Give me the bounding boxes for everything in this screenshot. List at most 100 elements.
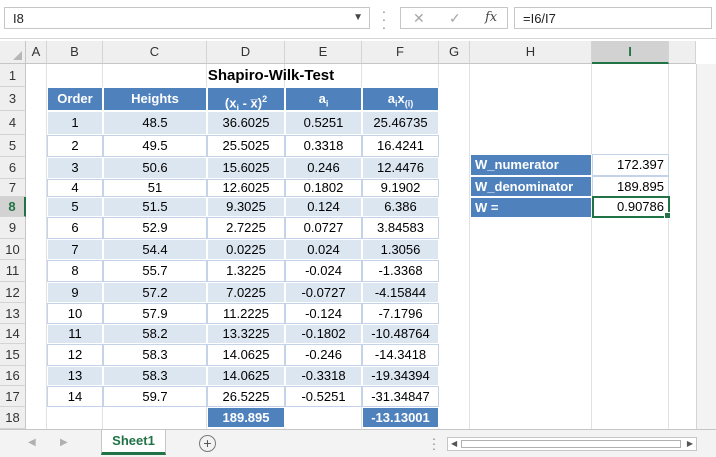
w-numerator-label[interactable]: W_numerator: [470, 154, 592, 176]
table-cell-ax[interactable]: 16.4241: [362, 135, 439, 157]
table-cell-dev[interactable]: 25.5025: [207, 135, 285, 157]
row-header[interactable]: 3: [0, 87, 26, 111]
table-cell-order[interactable]: 14: [47, 386, 103, 407]
table-cell-dev[interactable]: 15.6025: [207, 157, 285, 179]
table-cell-height[interactable]: 52.9: [103, 217, 207, 239]
row-header[interactable]: 9: [0, 217, 26, 239]
table-cell-height[interactable]: 54.4: [103, 239, 207, 260]
table-cell-ax[interactable]: 6.386: [362, 197, 439, 217]
column-header-h[interactable]: H: [470, 41, 592, 64]
table-cell-dev[interactable]: 11.2225: [207, 303, 285, 324]
row-header[interactable]: 14: [0, 324, 26, 344]
table-cell-ax[interactable]: 3.84583: [362, 217, 439, 239]
sheet-tab-sheet1[interactable]: Sheet1: [101, 430, 166, 455]
table-cell-height[interactable]: 59.7: [103, 386, 207, 407]
row-header[interactable]: 17: [0, 386, 26, 407]
row-header[interactable]: 12: [0, 282, 26, 303]
table-cell-ax[interactable]: 1.3056: [362, 239, 439, 260]
drag-handle-icon[interactable]: · · ·: [381, 4, 387, 34]
table-cell-dev[interactable]: 13.3225: [207, 324, 285, 344]
chevron-down-icon[interactable]: ▼: [353, 12, 363, 23]
table-cell-a[interactable]: -0.246: [285, 344, 362, 366]
table-cell-height[interactable]: 50.6: [103, 157, 207, 179]
table-cell-dev[interactable]: 12.6025: [207, 179, 285, 197]
table-cell-dev[interactable]: 0.0225: [207, 239, 285, 260]
table-cell-dev[interactable]: 1.3225: [207, 260, 285, 282]
table-cell-order[interactable]: 8: [47, 260, 103, 282]
enter-icon[interactable]: ✓: [449, 10, 461, 27]
table-cell-height[interactable]: 58.3: [103, 366, 207, 386]
table-cell-ax[interactable]: -14.3418: [362, 344, 439, 366]
table-cell-dev[interactable]: 7.0225: [207, 282, 285, 303]
vertical-scrollbar[interactable]: [696, 64, 716, 429]
table-cell-a[interactable]: 0.3318: [285, 135, 362, 157]
column-header-a[interactable]: A: [26, 41, 47, 64]
table-cell-dev[interactable]: 14.0625: [207, 344, 285, 366]
table-cell-a[interactable]: 0.024: [285, 239, 362, 260]
name-box[interactable]: I8 ▼: [4, 7, 370, 29]
table-cell-dev[interactable]: 26.5225: [207, 386, 285, 407]
table-cell-height[interactable]: 58.3: [103, 344, 207, 366]
row-header[interactable]: 18: [0, 407, 26, 429]
row-header[interactable]: 15: [0, 344, 26, 366]
column-header-g[interactable]: G: [439, 41, 470, 64]
table-cell-ax[interactable]: -10.48764: [362, 324, 439, 344]
column-header-f[interactable]: F: [362, 41, 439, 64]
table-cell-height[interactable]: 48.5: [103, 111, 207, 135]
select-all-button[interactable]: [0, 41, 26, 64]
table-cell-order[interactable]: 5: [47, 197, 103, 217]
table-cell-a[interactable]: -0.3318: [285, 366, 362, 386]
table-cell-order[interactable]: 9: [47, 282, 103, 303]
table-cell-dev[interactable]: 9.3025: [207, 197, 285, 217]
cancel-icon[interactable]: ✕: [413, 10, 425, 27]
w-label[interactable]: W =: [470, 197, 592, 218]
table-cell-order[interactable]: 12: [47, 344, 103, 366]
table-cell-height[interactable]: 51.5: [103, 197, 207, 217]
table-cell-order[interactable]: 4: [47, 179, 103, 197]
table-cell-order[interactable]: 13: [47, 366, 103, 386]
table-cell-order[interactable]: 2: [47, 135, 103, 157]
table-cell-dev[interactable]: 2.7225: [207, 217, 285, 239]
formula-input[interactable]: =I6/I7: [514, 7, 712, 29]
table-cell-a[interactable]: -0.0727: [285, 282, 362, 303]
table-cell-order[interactable]: 1: [47, 111, 103, 135]
w-numerator-value[interactable]: 172.397: [592, 154, 669, 176]
table-cell-ax[interactable]: -4.15844: [362, 282, 439, 303]
column-header-c[interactable]: C: [103, 41, 207, 64]
scroll-right-icon[interactable]: ▶: [687, 439, 693, 448]
row-header[interactable]: 13: [0, 303, 26, 324]
table-cell-height[interactable]: 57.9: [103, 303, 207, 324]
table-cell-dev[interactable]: 14.0625: [207, 366, 285, 386]
table-cell-order[interactable]: 7: [47, 239, 103, 260]
row-header-8[interactable]: 8: [0, 197, 26, 217]
tab-splitter-icon[interactable]: · · ·: [431, 431, 437, 455]
row-header[interactable]: 16: [0, 366, 26, 386]
column-header-i[interactable]: I: [592, 41, 669, 64]
table-cell-ax[interactable]: 9.1902: [362, 179, 439, 197]
table-cell-height[interactable]: 49.5: [103, 135, 207, 157]
table-cell-dev[interactable]: 36.6025: [207, 111, 285, 135]
table-cell-order[interactable]: 11: [47, 324, 103, 344]
table-cell-height[interactable]: 57.2: [103, 282, 207, 303]
table-cell-ax[interactable]: -7.1796: [362, 303, 439, 324]
scroll-tabs-left-icon[interactable]: ◀: [28, 437, 36, 448]
column-header-b[interactable]: B: [47, 41, 103, 64]
row-header[interactable]: 11: [0, 260, 26, 282]
row-header[interactable]: 5: [0, 135, 26, 157]
table-cell-height[interactable]: 51: [103, 179, 207, 197]
w-denominator-value[interactable]: 189.895: [592, 176, 669, 197]
table-cell-ax[interactable]: -1.3368: [362, 260, 439, 282]
scroll-left-icon[interactable]: ◀: [451, 439, 457, 448]
table-cell-ax[interactable]: 12.4476: [362, 157, 439, 179]
table-cell-a[interactable]: -0.1802: [285, 324, 362, 344]
table-cell-height[interactable]: 58.2: [103, 324, 207, 344]
table-cell-a[interactable]: 0.124: [285, 197, 362, 217]
table-cell-order[interactable]: 3: [47, 157, 103, 179]
table-cell-height[interactable]: 55.7: [103, 260, 207, 282]
w-denominator-label[interactable]: W_denominator: [470, 176, 592, 197]
insert-function-icon[interactable]: fx: [485, 10, 497, 25]
horizontal-scrollbar[interactable]: ◀ ▶: [447, 437, 697, 451]
total-deviation[interactable]: 189.895: [207, 407, 285, 428]
column-header-e[interactable]: E: [285, 41, 362, 64]
w-value-selected-cell[interactable]: 0.90786: [592, 196, 671, 219]
